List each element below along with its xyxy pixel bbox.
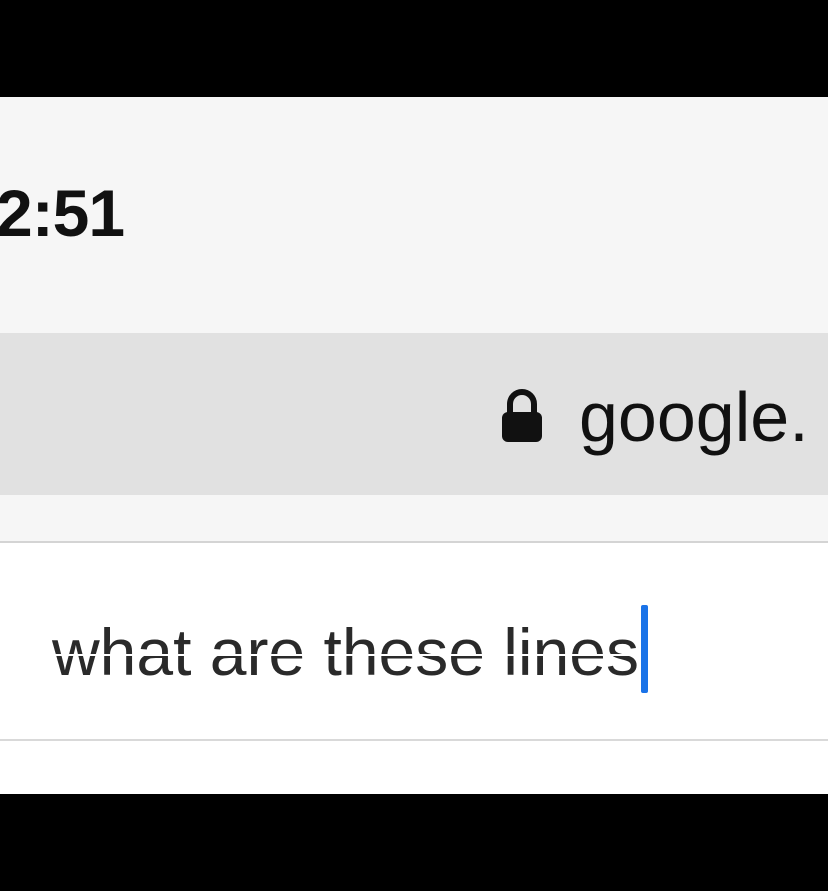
status-bar: 2:51	[0, 97, 828, 333]
search-query: what are these lines	[52, 615, 640, 689]
search-query-text[interactable]: what are these lines	[52, 605, 649, 693]
phone-screen: 2:51 google. what are these lines	[0, 97, 828, 794]
address-bar[interactable]: google.	[0, 333, 828, 495]
screenshot-frame: 2:51 google. what are these lines	[0, 0, 828, 891]
url-text[interactable]: google.	[579, 377, 809, 457]
text-caret	[641, 605, 649, 693]
search-input[interactable]: what are these lines	[0, 543, 828, 739]
lock-icon	[502, 389, 542, 442]
results-area	[0, 741, 828, 794]
status-time: 2:51	[0, 176, 125, 250]
search-section: what are these lines	[0, 495, 828, 794]
